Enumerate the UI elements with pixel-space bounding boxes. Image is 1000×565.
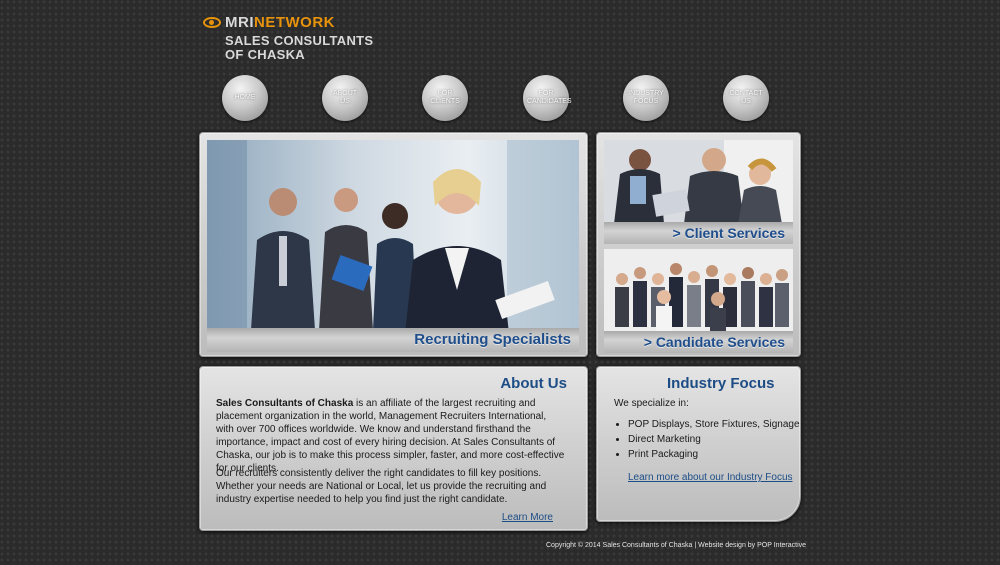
main-nav: HOME ABOUT US FOR CLIENTS FOR CANDIDATES… bbox=[222, 75, 782, 123]
industry-title: Industry Focus bbox=[667, 375, 775, 392]
mri-eye-icon bbox=[203, 16, 221, 28]
industry-focus-link[interactable]: Learn more about our Industry Focus bbox=[628, 472, 793, 483]
nav-about-us[interactable]: ABOUT US bbox=[322, 75, 368, 121]
about-title: About Us bbox=[500, 375, 567, 392]
nav-for-candidates[interactable]: FOR CANDIDATES bbox=[523, 75, 572, 121]
client-services-photo[interactable]: > Client Services bbox=[604, 140, 793, 244]
nav-contact-us-label: CONTACT US bbox=[729, 90, 763, 105]
nav-for-candidates-label: FOR CANDIDATES bbox=[527, 90, 572, 105]
industry-item: Direct Marketing bbox=[628, 432, 800, 447]
nav-contact-us[interactable]: CONTACT US bbox=[723, 75, 769, 121]
nav-industry-focus-label: INDUSTRY FOCUS bbox=[628, 90, 664, 105]
about-paragraph-2: Our recruiters consistently deliver the … bbox=[216, 468, 547, 505]
hero-photo[interactable]: Recruiting Specialists bbox=[207, 140, 579, 352]
services-panel: > Client Services > Candidate Services bbox=[596, 132, 801, 357]
brand-name-line1: SALES CONSULTANTS bbox=[225, 33, 374, 48]
nav-for-clients[interactable]: FOR CLIENTS bbox=[422, 75, 468, 121]
nav-about-us-label: ABOUT US bbox=[332, 90, 358, 105]
about-paragraph-1-text: is an affiliate of the largest recruitin… bbox=[216, 398, 565, 474]
nav-industry-focus[interactable]: INDUSTRY FOCUS bbox=[623, 75, 669, 121]
mri-network-logo: MRI NETWORK bbox=[203, 13, 373, 31]
about-company-name: Sales Consultants of Chaska bbox=[216, 398, 354, 409]
industry-list: POP Displays, Store Fixtures, Signage Di… bbox=[614, 417, 800, 462]
nav-for-clients-label: FOR CLIENTS bbox=[430, 90, 460, 105]
logo-mri-text: MRI bbox=[225, 13, 254, 31]
hero-photo-image bbox=[207, 140, 579, 352]
candidate-services-photo[interactable]: > Candidate Services bbox=[604, 249, 793, 353]
hero-caption[interactable]: Recruiting Specialists bbox=[207, 328, 579, 352]
industry-item: Print Packaging bbox=[628, 447, 800, 462]
client-services-caption[interactable]: > Client Services bbox=[604, 222, 793, 244]
nav-home-label: HOME bbox=[234, 94, 256, 101]
industry-panel: Industry Focus We specialize in: POP Dis… bbox=[596, 366, 801, 522]
footer-copyright: Copyright © 2014 Sales Consultants of Ch… bbox=[546, 542, 807, 549]
industry-intro: We specialize in: bbox=[614, 398, 689, 409]
nav-home[interactable]: HOME bbox=[222, 75, 268, 121]
about-panel: About Us Sales Consultants of Chaska is … bbox=[199, 366, 588, 531]
about-paragraph-1: Sales Consultants of Chaska is an affili… bbox=[216, 397, 566, 475]
logo-network-text: NETWORK bbox=[254, 13, 335, 31]
brand-name-line2: OF CHASKA bbox=[225, 47, 305, 62]
logo[interactable]: MRI NETWORK SALES CONSULTANTS OF CHASKA bbox=[203, 13, 373, 62]
brand-name: SALES CONSULTANTS OF CHASKA bbox=[225, 34, 373, 62]
about-learn-more-link[interactable]: Learn More bbox=[502, 512, 553, 523]
candidate-services-caption[interactable]: > Candidate Services bbox=[604, 331, 793, 353]
hero-panel: Recruiting Specialists bbox=[199, 132, 588, 357]
industry-item: POP Displays, Store Fixtures, Signage bbox=[628, 417, 800, 432]
